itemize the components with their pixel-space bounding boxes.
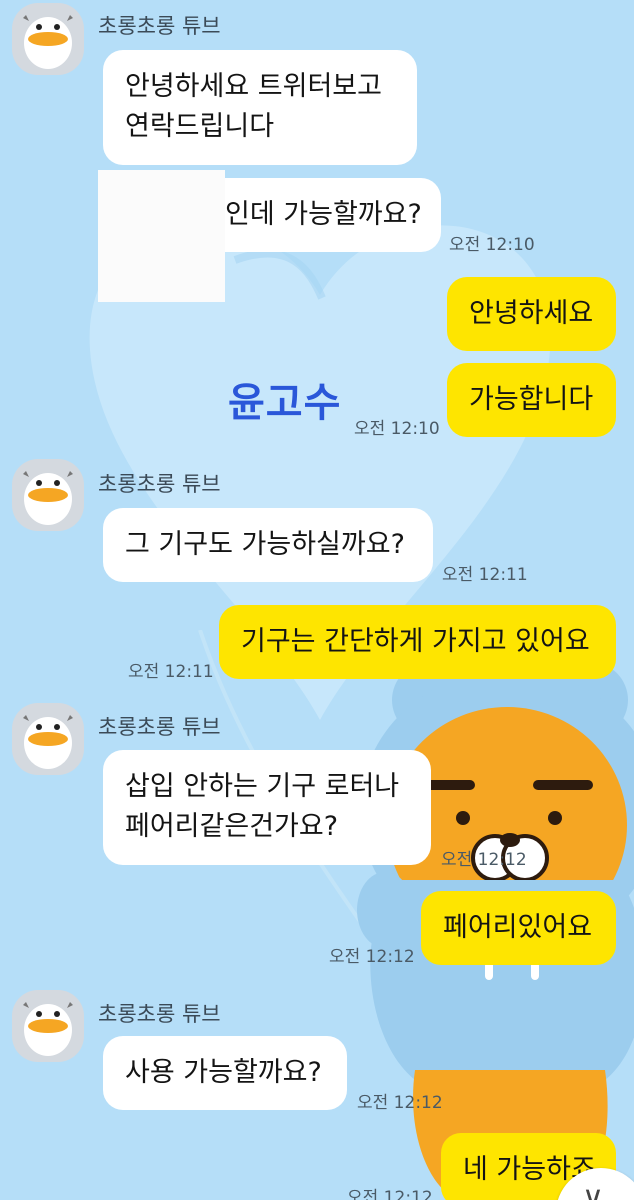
sender-name: 초롱초롱 튜브 — [98, 472, 221, 496]
chat-room: 초롱초롱 튜브 초롱초롱 튜브 초롱초롱 튜브 초롱초롱 튜브 안녕하세요 트위… — [0, 0, 634, 1200]
incoming-message-bubble[interactable]: 그 기구도 가능하실까요? — [103, 508, 433, 582]
tube-duck-avatar-icon[interactable] — [12, 459, 84, 531]
outgoing-message-bubble[interactable]: 기구는 간단하게 가지고 있어요 — [219, 605, 616, 679]
message-time: 오전 12:11 — [128, 662, 214, 682]
message-time: 오전 12:12 — [441, 850, 527, 870]
tube-duck-avatar-icon[interactable] — [12, 3, 84, 75]
message-line: 안녕하세요 — [469, 298, 594, 329]
message-time: 오전 12:11 — [442, 565, 528, 585]
sender-name: 초롱초롱 튜브 — [98, 1002, 221, 1026]
message-line: 인데 가능할까요? — [225, 199, 422, 230]
message-line: 안녕하세요 트위터보고 — [125, 71, 382, 102]
message-line: 기구는 간단하게 가지고 있어요 — [241, 626, 590, 657]
message-line: 가능합니다 — [469, 384, 594, 415]
message-line: 그 기구도 가능하실까요? — [125, 529, 405, 560]
message-line: 삽입 안하는 기구 로터나 — [125, 771, 400, 802]
incoming-message-bubble[interactable]: 사용 가능할까요? — [103, 1036, 347, 1110]
sender-name: 초롱초롱 튜브 — [98, 715, 221, 739]
outgoing-message-bubble[interactable]: 가능합니다 — [447, 363, 616, 437]
message-time: 오전 12:10 — [354, 419, 440, 439]
message-time: 오전 12:12 — [329, 947, 415, 967]
message-line: 페어리같은건가요? — [125, 811, 339, 842]
message-time: 오전 12:12 — [347, 1188, 433, 1200]
message-line: 페어리있어요 — [443, 912, 593, 943]
outgoing-message-bubble[interactable]: 안녕하세요 — [447, 277, 616, 351]
tube-duck-avatar-icon[interactable] — [12, 990, 84, 1062]
outgoing-message-bubble[interactable]: 페어리있어요 — [421, 891, 616, 965]
message-line: 사용 가능할까요? — [125, 1057, 322, 1088]
tube-duck-avatar-icon[interactable] — [12, 703, 84, 775]
incoming-message-bubble[interactable]: 삽입 안하는 기구 로터나 페어리같은건가요? — [103, 750, 431, 865]
message-time: 오전 12:10 — [449, 235, 535, 255]
message-line: 연락드립니다 — [125, 111, 275, 142]
watermark-text: 윤고수 — [228, 380, 342, 426]
sender-name: 초롱초롱 튜브 — [98, 14, 221, 38]
chevron-down-icon: ∨ — [582, 1180, 604, 1200]
message-time: 오전 12:12 — [357, 1093, 443, 1113]
redaction-box — [98, 170, 225, 302]
incoming-message-bubble[interactable]: 안녕하세요 트위터보고 연락드립니다 — [103, 50, 417, 165]
